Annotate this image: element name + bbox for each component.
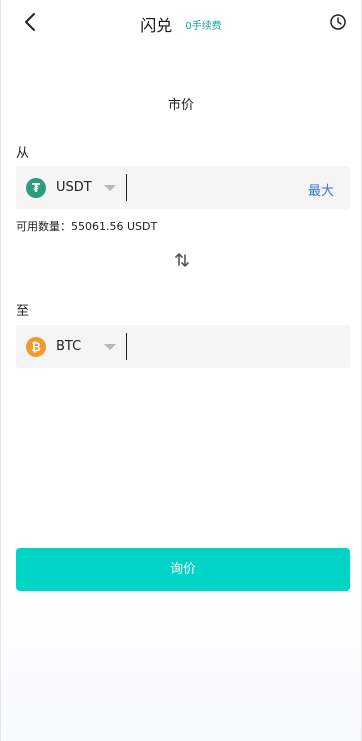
to-coin-symbol: BTC — [56, 339, 82, 354]
from-coin-symbol: USDT — [56, 180, 92, 195]
title-group: 闪兑 0手续费 — [1, 12, 361, 36]
max-button[interactable]: 最大 — [308, 180, 334, 199]
page-title: 闪兑 — [140, 16, 173, 35]
caret-down-icon — [104, 185, 116, 191]
to-amount-input[interactable] — [126, 333, 296, 360]
swap-direction-button[interactable] — [173, 251, 191, 269]
from-label: 从 — [16, 146, 30, 161]
to-label: 至 — [16, 304, 30, 319]
caret-down-icon — [104, 344, 116, 350]
btc-icon: ₿ — [26, 337, 46, 357]
usdt-icon: ₮ — [26, 178, 46, 198]
quote-button[interactable]: 询价 — [16, 548, 350, 591]
clock-icon — [330, 14, 346, 30]
swap-arrows-icon — [175, 253, 189, 267]
from-coin-select[interactable]: ₮ USDT — [16, 166, 124, 209]
header-bar: 闪兑 0手续费 — [1, 0, 361, 46]
to-box: ₿ BTC — [16, 325, 350, 368]
from-box: ₮ USDT 最大 — [16, 166, 350, 209]
from-amount-input[interactable] — [126, 174, 296, 201]
available-balance: 可用数量：55061.56 USDT — [16, 220, 158, 233]
to-coin-select[interactable]: ₿ BTC — [16, 325, 124, 368]
history-button[interactable] — [329, 13, 347, 31]
flash-exchange-screen: 闪兑 0手续费 市价 从 ₮ USDT 最大 可用数量：55061.56 USD… — [0, 0, 362, 741]
market-price-label[interactable]: 市价 — [1, 94, 361, 113]
zero-fee-badge: 0手续费 — [185, 20, 222, 32]
